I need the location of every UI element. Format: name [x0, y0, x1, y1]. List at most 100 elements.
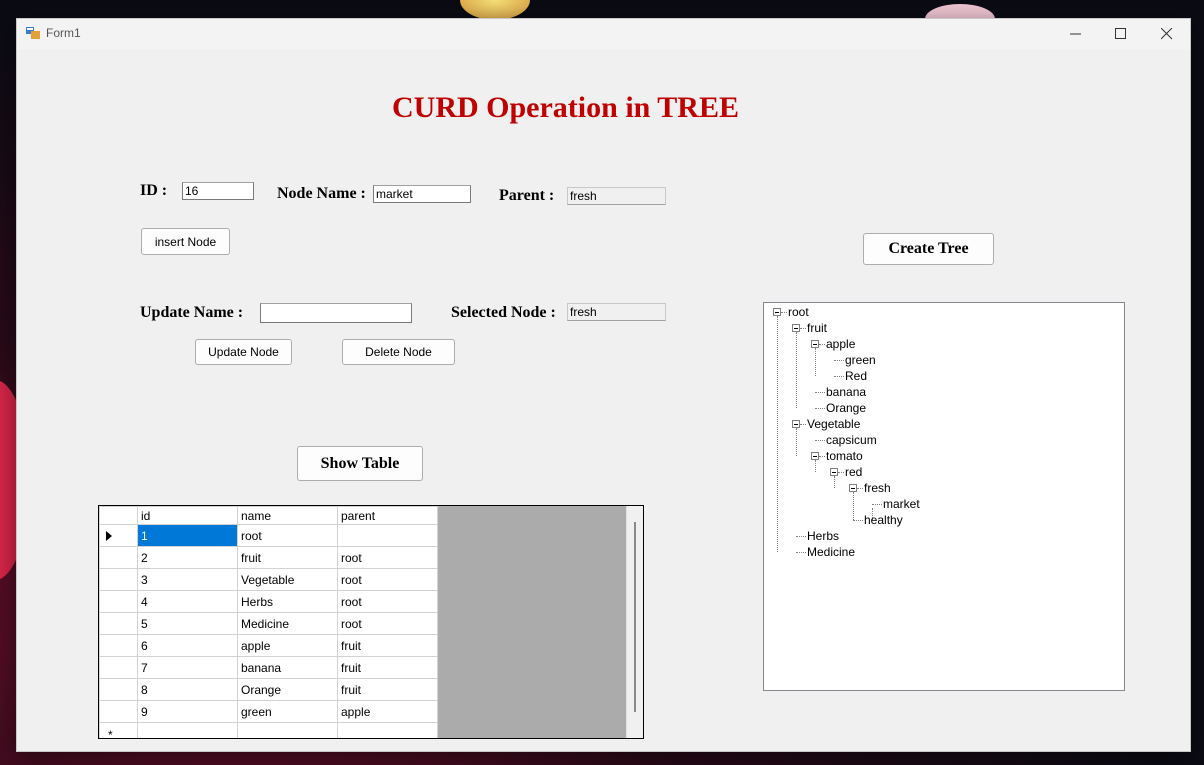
tree-node-fruit[interactable]: fruit: [807, 321, 827, 335]
new-row-header[interactable]: *: [99, 722, 138, 739]
column-header-parent[interactable]: parent: [337, 506, 438, 525]
table-row[interactable]: 7 banana fruit: [99, 656, 438, 679]
tree-node-herbs[interactable]: Herbs: [807, 529, 839, 543]
data-table: id name parent 1 root 2 fruit root 3 Vegeta…: [99, 506, 438, 739]
table-cell[interactable]: Medicine: [237, 612, 338, 635]
create-tree-button[interactable]: Create Tree: [863, 233, 994, 265]
tree-line: [838, 472, 844, 473]
selected-node-label: Selected Node :: [451, 304, 556, 321]
row-header[interactable]: [99, 590, 138, 613]
minimize-icon: [1070, 33, 1081, 35]
row-header[interactable]: [99, 634, 138, 657]
table-cell[interactable]: green: [237, 700, 338, 723]
table-cell[interactable]: 5: [137, 612, 238, 635]
tree-node-banana[interactable]: banana: [826, 385, 866, 399]
new-row-marker: *: [108, 728, 113, 739]
collapse-icon[interactable]: [849, 484, 857, 492]
maximize-button[interactable]: [1098, 19, 1144, 49]
tree-line: [815, 348, 816, 376]
table-cell[interactable]: [137, 722, 238, 738]
table-row[interactable]: 6 apple fruit: [99, 634, 438, 657]
collapse-icon[interactable]: [830, 468, 838, 476]
tree-node-root[interactable]: root: [788, 305, 809, 319]
scrollbar-thumb[interactable]: [634, 522, 636, 712]
tree-node-apple[interactable]: apple: [826, 337, 855, 351]
window-title: Form1: [46, 26, 81, 40]
row-header[interactable]: [99, 546, 138, 569]
table-cell[interactable]: 6: [137, 634, 238, 657]
table-cell[interactable]: [337, 524, 438, 547]
update-name-input[interactable]: [260, 303, 412, 323]
table-cell[interactable]: 7: [137, 656, 238, 679]
table-cell[interactable]: 4: [137, 590, 238, 613]
tree-node-market[interactable]: market: [883, 497, 920, 511]
row-header[interactable]: [99, 612, 138, 635]
table-cell[interactable]: fruit: [337, 656, 438, 679]
update-node-button[interactable]: Update Node: [195, 339, 292, 365]
collapse-icon[interactable]: [773, 308, 781, 316]
collapse-icon[interactable]: [811, 340, 819, 348]
node-name-input[interactable]: [373, 185, 471, 203]
column-header-name[interactable]: name: [237, 506, 338, 525]
table-row[interactable]: 3 Vegetable root: [99, 568, 438, 591]
row-header[interactable]: [99, 700, 138, 723]
table-cell[interactable]: root: [337, 546, 438, 569]
tree-node-green[interactable]: green: [845, 353, 876, 367]
row-header[interactable]: [99, 568, 138, 591]
table-cell[interactable]: fruit: [237, 546, 338, 569]
tree-line: [796, 552, 806, 553]
tree-node-fresh[interactable]: fresh: [864, 481, 891, 495]
table-cell[interactable]: 9: [137, 700, 238, 723]
table-row[interactable]: 4 Herbs root: [99, 590, 438, 613]
collapse-icon[interactable]: [811, 452, 819, 460]
table-cell[interactable]: apple: [337, 700, 438, 723]
tree-node-medicine[interactable]: Medicine: [807, 545, 855, 559]
table-cell[interactable]: Herbs: [237, 590, 338, 613]
tree-line: [777, 316, 778, 552]
grid-vertical-scrollbar[interactable]: [626, 506, 643, 738]
table-cell[interactable]: apple: [237, 634, 338, 657]
data-grid[interactable]: id name parent 1 root 2 fruit root 3 Vegeta…: [98, 505, 644, 739]
tree-view[interactable]: root fruit apple green Red banana Orange…: [763, 302, 1125, 691]
tree-node-red-apple[interactable]: Red: [845, 369, 867, 383]
collapse-icon[interactable]: [792, 324, 800, 332]
tree-node-vegetable[interactable]: Vegetable: [807, 417, 860, 431]
delete-node-button[interactable]: Delete Node: [342, 339, 455, 365]
table-cell[interactable]: banana: [237, 656, 338, 679]
table-cell[interactable]: Orange: [237, 678, 338, 701]
table-row[interactable]: 1 root: [99, 524, 438, 547]
table-cell[interactable]: 1: [137, 524, 238, 547]
table-cell[interactable]: Vegetable: [237, 568, 338, 591]
table-row[interactable]: 8 Orange fruit: [99, 678, 438, 701]
close-button[interactable]: [1144, 19, 1190, 49]
collapse-icon[interactable]: [792, 420, 800, 428]
table-cell[interactable]: fruit: [337, 634, 438, 657]
row-header[interactable]: [99, 656, 138, 679]
new-row[interactable]: *: [99, 722, 438, 739]
table-cell[interactable]: [337, 722, 438, 738]
show-table-button[interactable]: Show Table: [297, 446, 423, 481]
table-cell[interactable]: 3: [137, 568, 238, 591]
table-cell[interactable]: 2: [137, 546, 238, 569]
tree-node-orange[interactable]: Orange: [826, 401, 866, 415]
table-cell[interactable]: [237, 722, 338, 738]
minimize-button[interactable]: [1053, 19, 1099, 49]
tree-node-capsicum[interactable]: capsicum: [826, 433, 877, 447]
tree-node-healthy[interactable]: healthy: [864, 513, 903, 527]
table-row[interactable]: 2 fruit root: [99, 546, 438, 569]
row-header[interactable]: [99, 524, 138, 547]
tree-node-red[interactable]: red: [845, 465, 862, 479]
column-header-id[interactable]: id: [137, 506, 238, 525]
table-cell[interactable]: root: [337, 568, 438, 591]
table-cell[interactable]: root: [237, 524, 338, 547]
insert-node-button[interactable]: insert Node: [141, 228, 230, 255]
table-cell[interactable]: root: [337, 590, 438, 613]
table-cell[interactable]: root: [337, 612, 438, 635]
table-cell[interactable]: 8: [137, 678, 238, 701]
table-row[interactable]: 9 green apple: [99, 700, 438, 723]
table-cell[interactable]: fruit: [337, 678, 438, 701]
row-header[interactable]: [99, 678, 138, 701]
id-input[interactable]: [182, 182, 254, 200]
tree-node-tomato[interactable]: tomato: [826, 449, 863, 463]
table-row[interactable]: 5 Medicine root: [99, 612, 438, 635]
